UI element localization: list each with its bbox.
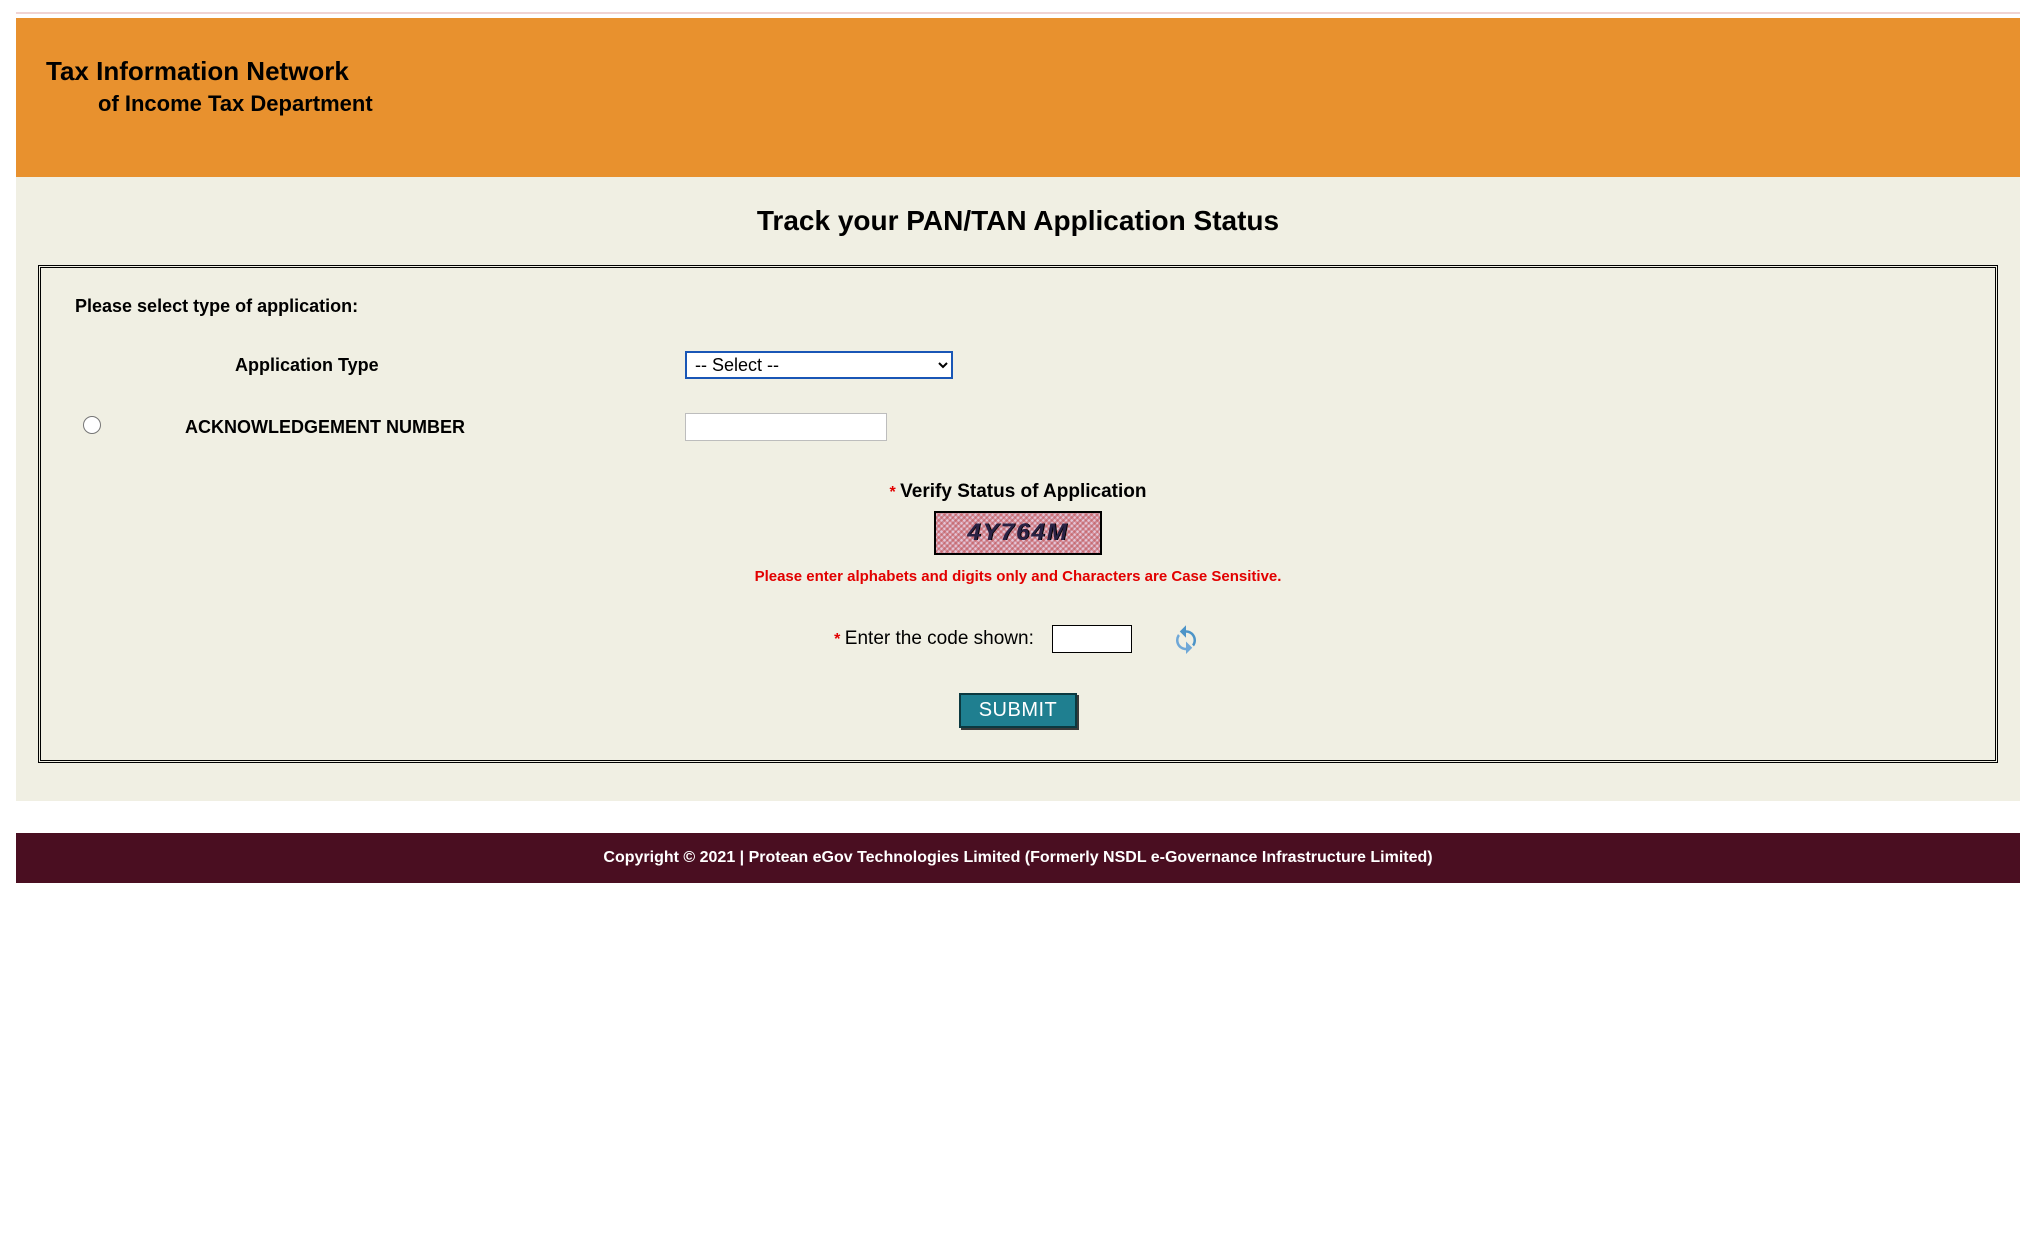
captcha-note: Please enter alphabets and digits only a… — [75, 568, 1961, 585]
acknowledgement-number-input[interactable] — [685, 413, 887, 441]
verify-title-line: * Verify Status of Application — [75, 481, 1961, 503]
footer: Copyright © 2021 | Protean eGov Technolo… — [16, 833, 2020, 883]
verify-title: Verify Status of Application — [900, 481, 1146, 502]
enter-code-row: * Enter the code shown: — [75, 623, 1961, 655]
captcha-text: 4Y764M — [936, 519, 1100, 547]
refresh-icon-svg — [1171, 624, 1201, 654]
submit-button[interactable]: SUBMIT — [959, 693, 1078, 728]
row-application-type: Application Type -- Select -- — [75, 351, 1961, 379]
acknowledgement-number-radio[interactable] — [83, 416, 101, 434]
content-area: Track your PAN/TAN Application Status Pl… — [16, 177, 2020, 801]
submit-row: SUBMIT — [75, 693, 1961, 728]
form-box: Please select type of application: Appli… — [38, 265, 1998, 763]
asterisk-icon: * — [834, 631, 840, 648]
verify-block: * Verify Status of Application 4Y764M Pl… — [75, 481, 1961, 585]
refresh-icon[interactable] — [1170, 623, 1202, 655]
header-title: Tax Information Network — [46, 56, 2020, 87]
acknowledgement-number-label: ACKNOWLEDGEMENT NUMBER — [125, 417, 685, 438]
form-intro-label: Please select type of application: — [75, 296, 1961, 317]
page-title: Track your PAN/TAN Application Status — [38, 205, 1998, 237]
application-type-select[interactable]: -- Select -- — [685, 351, 953, 379]
header-subtitle: of Income Tax Department — [98, 91, 2020, 117]
captcha-image: 4Y764M — [934, 511, 1102, 555]
enter-code-label-wrap: * Enter the code shown: — [834, 628, 1034, 650]
row-acknowledgement-number: ACKNOWLEDGEMENT NUMBER — [75, 413, 1961, 441]
application-type-label: Application Type — [125, 355, 685, 376]
asterisk-icon: * — [889, 484, 895, 501]
enter-code-label: Enter the code shown: — [845, 628, 1034, 649]
header-band: Tax Information Network of Income Tax De… — [16, 18, 2020, 177]
captcha-code-input[interactable] — [1052, 625, 1132, 653]
